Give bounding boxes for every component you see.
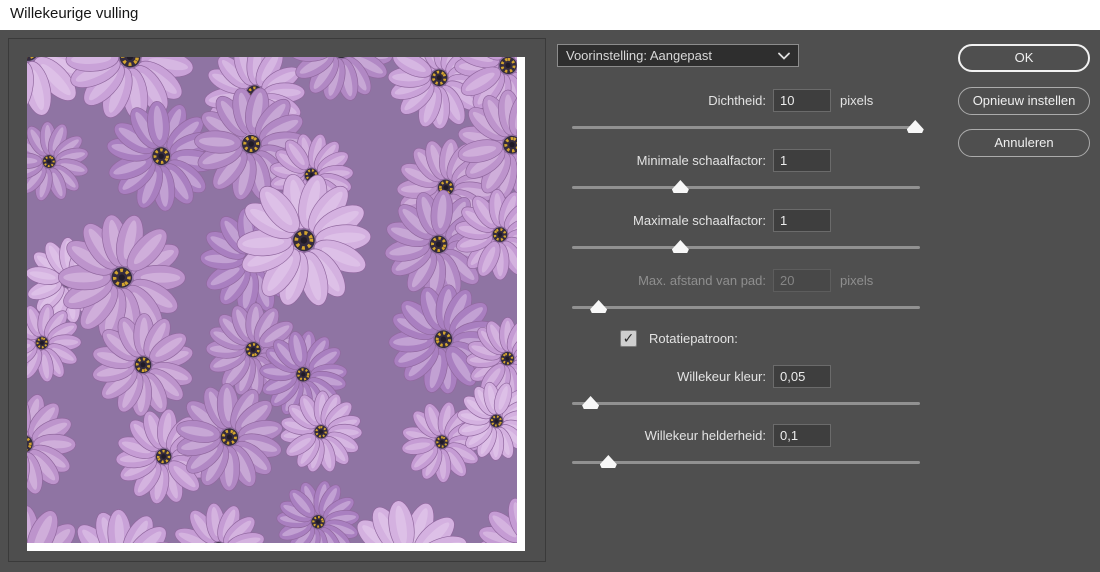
max-scale-row: Maximale schaalfactor: [557,208,917,232]
slider-track [572,186,920,189]
max-scale-label: Maximale schaalfactor: [633,212,766,228]
density-unit: pixels [840,92,874,108]
preset-dropdown-value: Voorinstelling: Aangepast [566,48,712,63]
slider-track [572,126,920,129]
slider-track [572,461,920,464]
dialog-title: Willekeurige vulling [10,5,139,22]
max-scale-input[interactable] [773,208,831,232]
min-scale-label: Minimale schaalfactor: [636,152,766,168]
max-path-distance-row: Max. afstand van pad: pixels [557,268,917,292]
flower-pattern-image [27,57,517,543]
rotation-pattern-label: Rotatiepatroon: [649,330,738,346]
min-scale-slider[interactable] [572,180,920,194]
random-color-input[interactable] [773,364,831,388]
preview-image [27,57,525,551]
slider-track [572,306,920,309]
random-color-slider[interactable] [572,396,920,410]
slider-track [572,402,920,405]
preview-panel [8,38,546,562]
max-path-distance-slider [572,300,920,314]
slider-track [572,246,920,249]
reset-button[interactable]: Opnieuw instellen [958,87,1090,115]
random-brightness-slider[interactable] [572,455,920,469]
density-input[interactable] [773,88,831,112]
ok-button[interactable]: OK [958,44,1090,72]
max-path-distance-label: Max. afstand van pad: [638,272,766,288]
rotation-pattern-row: ✓ Rotatiepatroon: [620,329,738,347]
random-color-label: Willekeur kleur: [677,368,766,384]
random-brightness-label: Willekeur helderheid: [644,427,766,443]
rotation-pattern-checkbox[interactable]: ✓ [620,329,637,347]
random-brightness-row: Willekeur helderheid: [557,423,917,447]
max-scale-slider[interactable] [572,240,920,254]
preset-dropdown[interactable]: Voorinstelling: Aangepast [557,44,799,67]
random-color-row: Willekeur kleur: [557,364,917,388]
max-path-distance-input [773,268,831,292]
density-slider[interactable] [572,120,924,134]
random-brightness-input[interactable] [773,423,831,447]
max-path-distance-unit: pixels [840,272,874,288]
random-fill-dialog: Voorinstelling: Aangepast Dichtheid: pix… [0,30,1100,572]
density-row: Dichtheid: pixels [557,88,917,112]
min-scale-input[interactable] [773,148,831,172]
cancel-button[interactable]: Annuleren [958,129,1090,157]
density-label: Dichtheid: [708,92,766,108]
min-scale-row: Minimale schaalfactor: [557,148,917,172]
title-bar: Willekeurige vulling [0,0,1100,30]
chevron-down-icon [778,52,790,60]
